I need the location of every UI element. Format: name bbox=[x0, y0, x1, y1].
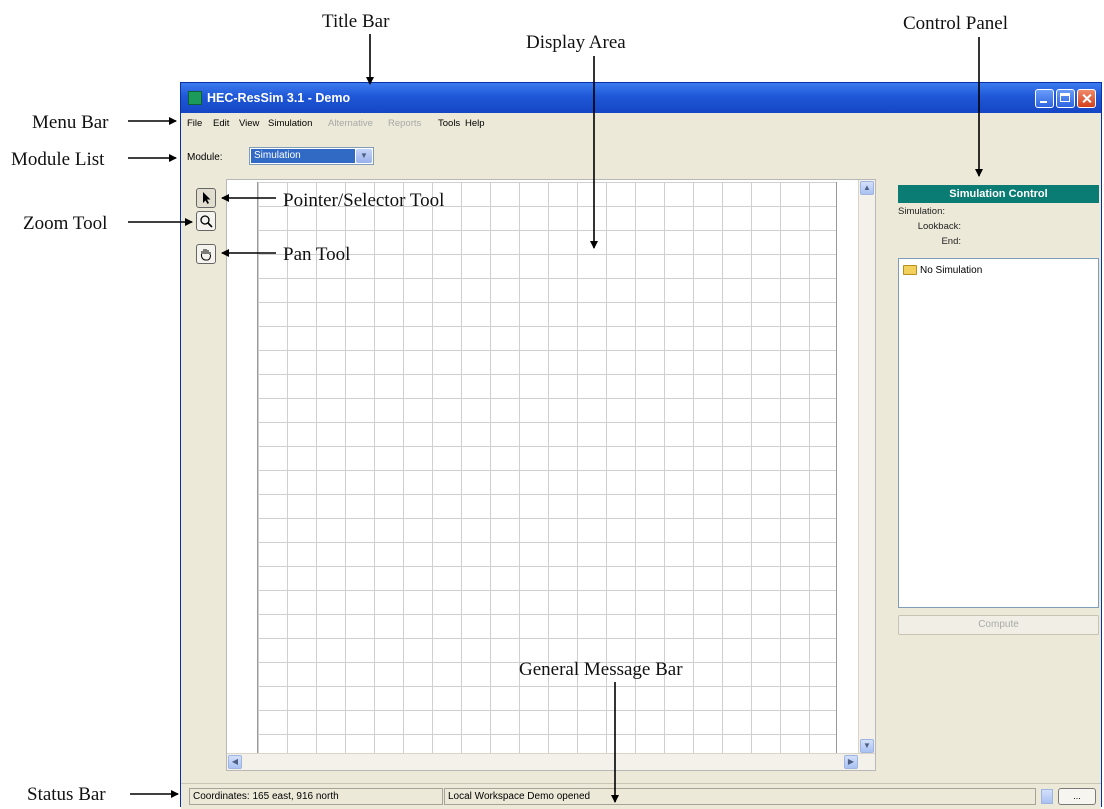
menu-alternative: Alternative bbox=[328, 118, 373, 129]
module-selected-value: Simulation bbox=[251, 149, 355, 163]
annotation-status-bar: Status Bar bbox=[27, 784, 106, 805]
scroll-down-icon[interactable]: ▼ bbox=[860, 739, 874, 753]
annotation-title-bar: Title Bar bbox=[322, 11, 390, 32]
simulation-field-label: Simulation: bbox=[898, 206, 945, 217]
message-history-button[interactable]: ... bbox=[1058, 788, 1096, 805]
coordinates-readout: Coordinates: 165 east, 916 north bbox=[189, 788, 443, 805]
pan-tool-button[interactable] bbox=[196, 244, 216, 264]
zoom-tool-button[interactable] bbox=[196, 211, 216, 231]
menu-reports: Reports bbox=[388, 118, 422, 129]
display-area[interactable]: ▲ ▼ ◀ ▶ bbox=[226, 179, 876, 771]
scroll-right-icon[interactable]: ▶ bbox=[844, 755, 858, 769]
hand-icon bbox=[200, 249, 211, 261]
pointer-icon bbox=[203, 192, 211, 204]
annotation-pan-tool: Pan Tool bbox=[283, 244, 351, 265]
menu-bar: File Edit View Simulation Alternative Re… bbox=[181, 113, 1101, 133]
window-title: HEC-ResSim 3.1 - Demo bbox=[207, 91, 351, 105]
annotation-zoom-tool: Zoom Tool bbox=[23, 213, 108, 234]
module-select[interactable]: Simulation ▼ bbox=[249, 147, 374, 165]
pointer-tool-button[interactable] bbox=[196, 188, 216, 208]
maximize-button[interactable] bbox=[1056, 89, 1075, 108]
tree-item-no-simulation[interactable]: No Simulation bbox=[920, 265, 982, 276]
annotation-pointer-tool: Pointer/Selector Tool bbox=[283, 190, 445, 211]
menu-tools[interactable]: Tools bbox=[438, 118, 460, 129]
menu-simulation[interactable]: Simulation bbox=[268, 118, 312, 129]
magnifier-icon bbox=[200, 215, 213, 228]
minimize-button[interactable] bbox=[1035, 89, 1054, 108]
annotation-control-panel: Control Panel bbox=[903, 13, 1009, 34]
general-message-bar: Local Workspace Demo opened bbox=[444, 788, 1036, 805]
annotation-module-list: Module List bbox=[11, 149, 105, 170]
simulation-control-header: Simulation Control bbox=[898, 185, 1099, 203]
annotation-display-area: Display Area bbox=[526, 32, 626, 53]
menu-edit[interactable]: Edit bbox=[213, 118, 229, 129]
compute-button[interactable]: Compute bbox=[898, 615, 1099, 635]
menu-file[interactable]: File bbox=[187, 118, 202, 129]
scroll-up-icon[interactable]: ▲ bbox=[860, 181, 874, 195]
title-bar[interactable]: HEC-ResSim 3.1 - Demo bbox=[181, 83, 1101, 113]
end-field-label: End: bbox=[941, 236, 961, 247]
app-icon bbox=[188, 91, 202, 105]
menu-help[interactable]: Help bbox=[465, 118, 485, 129]
folder-icon bbox=[903, 265, 917, 275]
horizontal-scrollbar[interactable]: ◀ ▶ bbox=[227, 753, 875, 770]
scroll-left-icon[interactable]: ◀ bbox=[228, 755, 242, 769]
close-button[interactable] bbox=[1077, 89, 1096, 108]
module-label: Module: bbox=[187, 152, 223, 163]
annotation-general-message-bar: General Message Bar bbox=[519, 659, 683, 680]
vertical-scrollbar[interactable]: ▲ ▼ bbox=[858, 180, 875, 754]
menu-view[interactable]: View bbox=[239, 118, 259, 129]
message-spinner[interactable] bbox=[1041, 789, 1053, 804]
simulation-tree[interactable]: No Simulation bbox=[898, 258, 1099, 608]
annotation-menu-bar: Menu Bar bbox=[32, 112, 109, 133]
lookback-field-label: Lookback: bbox=[917, 221, 961, 232]
status-bar: Coordinates: 165 east, 916 north Local W… bbox=[181, 783, 1101, 809]
chevron-down-icon[interactable]: ▼ bbox=[356, 149, 372, 163]
